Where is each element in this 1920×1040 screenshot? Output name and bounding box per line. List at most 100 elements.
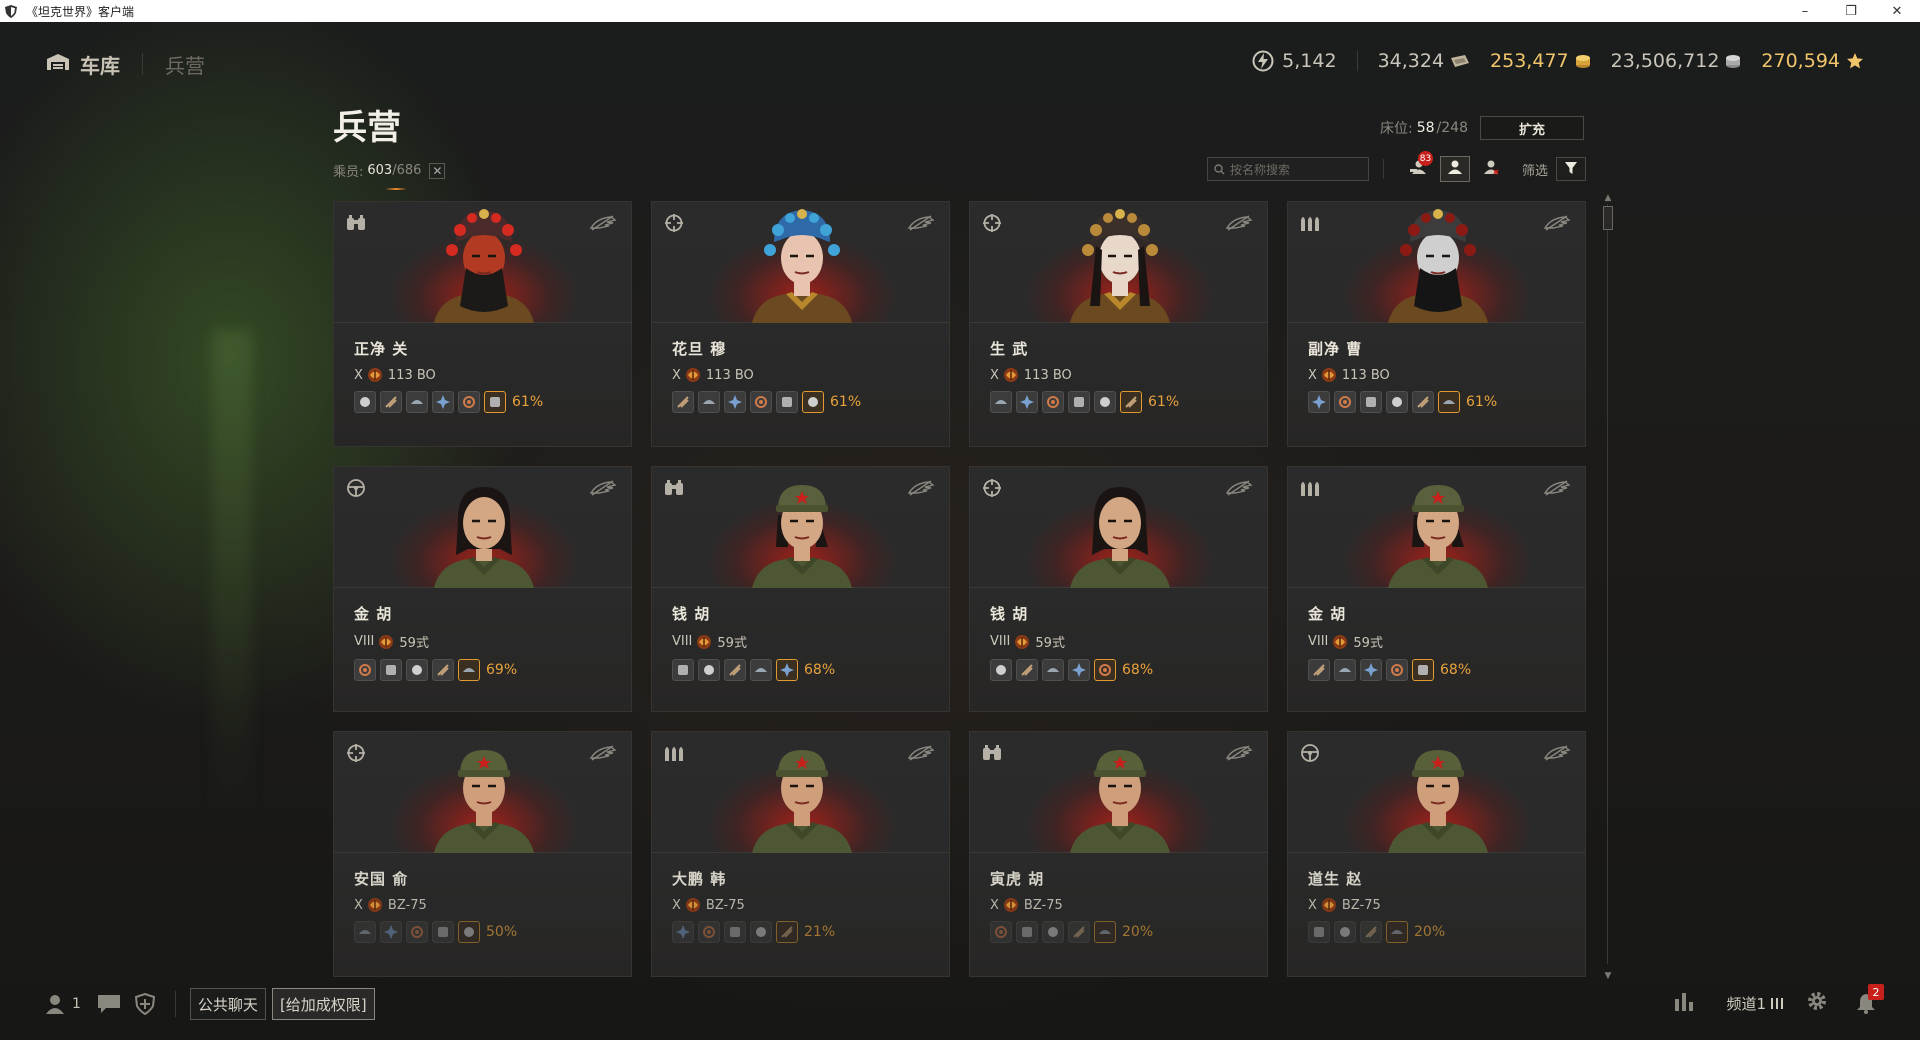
clear-filter-icon[interactable]: ✕ (429, 162, 446, 179)
skill-icon[interactable] (1094, 391, 1116, 413)
skill-icon[interactable] (698, 659, 720, 681)
skill-icon[interactable] (432, 921, 454, 943)
skill-icon[interactable] (406, 659, 428, 681)
skill-icon[interactable] (1360, 391, 1382, 413)
skill-icon[interactable] (776, 391, 798, 413)
channel-selector[interactable]: 频道1 (1726, 993, 1784, 1014)
skill-icon[interactable] (380, 921, 402, 943)
skill-icon[interactable] (724, 921, 746, 943)
search-input[interactable]: 按名称搜索 (1206, 157, 1369, 181)
notifications[interactable]: 2 (1856, 984, 1884, 1014)
close-button[interactable]: ✕ (1874, 0, 1920, 22)
skill-icon[interactable] (1042, 391, 1064, 413)
dismiss-wings-icon[interactable] (1225, 744, 1253, 762)
skill-icon[interactable] (698, 921, 720, 943)
crew-card[interactable]: 钱 胡 VIII 59式 68% (969, 466, 1268, 712)
scroll-thumb[interactable] (1603, 206, 1613, 230)
gold[interactable]: 253,477 (1490, 50, 1591, 72)
skill-icon[interactable] (432, 391, 454, 413)
skill-icon[interactable] (750, 921, 772, 943)
training-skill-icon[interactable] (458, 921, 480, 943)
crew-card[interactable]: 生 武 X 113 BO 61% (969, 201, 1268, 447)
credits[interactable]: 23,506,712 (1611, 50, 1742, 72)
training-skill-icon[interactable] (1386, 921, 1408, 943)
crew-card[interactable]: 大鹏 韩 X BZ-75 21% (651, 731, 950, 977)
skill-icon[interactable] (1334, 391, 1356, 413)
skill-icon[interactable] (1334, 659, 1356, 681)
skill-icon[interactable] (750, 391, 772, 413)
skill-icon[interactable] (406, 391, 428, 413)
skill-icon[interactable] (1386, 391, 1408, 413)
filter-button[interactable] (1556, 157, 1586, 181)
crew-card[interactable]: 道生 赵 X BZ-75 20% (1287, 731, 1586, 977)
crew-card[interactable]: 安国 俞 X BZ-75 50% (333, 731, 632, 977)
training-skill-icon[interactable] (776, 659, 798, 681)
skill-icon[interactable] (1386, 659, 1408, 681)
dismiss-wings-icon[interactable] (589, 479, 617, 497)
dismiss-wings-icon[interactable] (1225, 479, 1253, 497)
crew-card[interactable]: 金 胡 VIII 59式 69% (333, 466, 632, 712)
training-skill-icon[interactable] (458, 659, 480, 681)
bonds[interactable]: 34,324 (1378, 50, 1470, 72)
grant-permission-button[interactable]: [给加成权限] (271, 988, 375, 1020)
skill-icon[interactable] (990, 659, 1012, 681)
stats-icon[interactable] (1674, 991, 1696, 1015)
dismiss-wings-icon[interactable] (1225, 214, 1253, 232)
training-skill-icon[interactable] (1120, 391, 1142, 413)
skill-icon[interactable] (1068, 659, 1090, 681)
skill-icon[interactable] (1042, 921, 1064, 943)
skill-icon[interactable] (354, 391, 376, 413)
tanker-dismissed-button[interactable] (1476, 156, 1506, 182)
skill-icon[interactable] (1412, 391, 1434, 413)
skill-icon[interactable] (724, 659, 746, 681)
skill-icon[interactable] (672, 921, 694, 943)
scrollbar[interactable]: ▲ ▼ (1602, 192, 1614, 982)
friends-icon[interactable] (44, 993, 66, 1015)
skill-icon[interactable] (1360, 659, 1382, 681)
free-xp[interactable]: 5,142 (1252, 50, 1337, 72)
nav-garage[interactable]: 车库 (46, 50, 120, 79)
dismiss-wings-icon[interactable] (907, 214, 935, 232)
training-skill-icon[interactable] (776, 921, 798, 943)
crew-xp[interactable]: 270,594 (1761, 50, 1864, 72)
crew-card[interactable]: 钱 胡 VIII 59式 68% (651, 466, 950, 712)
scroll-up-icon[interactable]: ▲ (1602, 192, 1614, 204)
dismiss-wings-icon[interactable] (589, 214, 617, 232)
dismiss-wings-icon[interactable] (907, 744, 935, 762)
skill-icon[interactable] (698, 391, 720, 413)
crew-card[interactable]: 金 胡 VIII 59式 68% (1287, 466, 1586, 712)
tanker-reserve-button[interactable] (1439, 156, 1470, 182)
restore-button[interactable]: ❐ (1828, 0, 1874, 22)
skill-icon[interactable] (380, 659, 402, 681)
training-skill-icon[interactable] (1438, 391, 1460, 413)
dismiss-wings-icon[interactable] (1543, 744, 1571, 762)
crew-card[interactable]: 正净 关 X 113 BO 61% (333, 201, 632, 447)
expand-berths-button[interactable]: 扩充 (1480, 116, 1584, 140)
skill-icon[interactable] (1016, 921, 1038, 943)
training-skill-icon[interactable] (1412, 659, 1434, 681)
crew-card[interactable]: 副净 曹 X 113 BO 61% (1287, 201, 1586, 447)
skill-icon[interactable] (1308, 391, 1330, 413)
skill-icon[interactable] (672, 659, 694, 681)
dismiss-wings-icon[interactable] (1543, 214, 1571, 232)
skill-icon[interactable] (1334, 921, 1356, 943)
crew-card[interactable]: 寅虎 胡 X BZ-75 20% (969, 731, 1268, 977)
skill-icon[interactable] (1068, 391, 1090, 413)
skill-icon[interactable] (354, 921, 376, 943)
skill-icon[interactable] (990, 921, 1012, 943)
skill-icon[interactable] (432, 659, 454, 681)
training-skill-icon[interactable] (1094, 659, 1116, 681)
dismiss-wings-icon[interactable] (907, 479, 935, 497)
skill-icon[interactable] (1360, 921, 1382, 943)
nav-barracks[interactable]: 兵营 (165, 50, 205, 79)
skill-icon[interactable] (1016, 659, 1038, 681)
chat-icon[interactable] (97, 994, 121, 1014)
training-skill-icon[interactable] (1094, 921, 1116, 943)
skill-icon[interactable] (1308, 921, 1330, 943)
skill-icon[interactable] (1042, 659, 1064, 681)
training-skill-icon[interactable] (802, 391, 824, 413)
skill-icon[interactable] (406, 921, 428, 943)
training-skill-icon[interactable] (484, 391, 506, 413)
public-chat-button[interactable]: 公共聊天 (189, 988, 266, 1020)
minimize-button[interactable]: – (1782, 0, 1828, 22)
